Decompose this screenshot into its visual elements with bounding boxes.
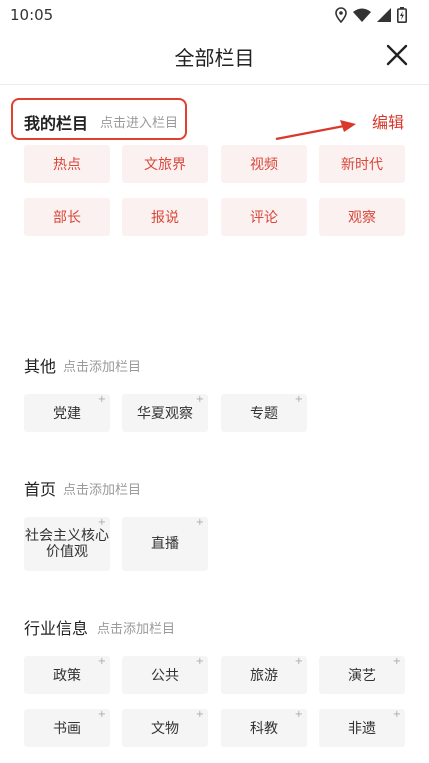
plus-icon: +	[195, 656, 204, 667]
chip-label: 书画	[53, 721, 81, 737]
plus-icon: +	[195, 709, 204, 720]
plus-icon: +	[97, 394, 106, 405]
header: 全部栏目	[0, 30, 429, 85]
add-column-item[interactable]: 华夏观察 +	[122, 394, 208, 432]
section-hint: 点击添加栏目	[63, 483, 142, 498]
chip-label: 文物	[151, 721, 179, 737]
status-time: 10:05	[10, 6, 54, 24]
chip-label: 非遗	[348, 721, 376, 737]
plus-icon: +	[294, 656, 303, 667]
add-column-item[interactable]: 公共 +	[122, 656, 208, 694]
page-title: 全部栏目	[174, 46, 255, 70]
section-title-industry: 行业信息	[24, 619, 89, 638]
plus-icon: +	[195, 394, 204, 405]
add-column-item[interactable]: 党建 +	[24, 394, 110, 432]
add-column-item[interactable]: 直播 +	[122, 517, 208, 571]
chip-label: 社会主义核心 价值观	[25, 528, 109, 560]
status-icons	[335, 6, 407, 24]
chip-label: 直播	[151, 536, 179, 552]
chip-label: 华夏观察	[137, 406, 193, 422]
add-column-item[interactable]: 社会主义核心 价值观 +	[24, 517, 110, 571]
section-hint: 点击添加栏目	[97, 622, 176, 637]
my-column-item[interactable]: 视频	[221, 145, 307, 183]
add-column-item[interactable]: 科教 +	[221, 709, 307, 747]
add-column-item[interactable]: 非遗 +	[319, 709, 405, 747]
plus-icon: +	[392, 656, 401, 667]
location-icon	[335, 7, 347, 23]
my-columns-hint: 点击进入栏目	[100, 116, 179, 131]
add-column-item[interactable]: 文物 +	[122, 709, 208, 747]
section-title-home: 首页	[24, 480, 57, 499]
plus-icon: +	[97, 709, 106, 720]
my-column-item[interactable]: 报说	[122, 198, 208, 236]
plus-icon: +	[294, 709, 303, 720]
plus-icon: +	[97, 656, 106, 667]
plus-icon: +	[294, 394, 303, 405]
wifi-icon	[353, 8, 371, 22]
chip-label: 党建	[53, 406, 81, 422]
section-title-other: 其他	[24, 357, 57, 376]
chip-label: 专题	[250, 406, 278, 422]
my-column-item[interactable]: 评论	[221, 198, 307, 236]
my-column-item[interactable]: 部长	[24, 198, 110, 236]
my-columns-title: 我的栏目	[24, 114, 89, 133]
chip-label: 演艺	[348, 668, 376, 684]
chip-label: 政策	[53, 668, 81, 684]
my-column-item[interactable]: 热点	[24, 145, 110, 183]
chip-label: 旅游	[250, 668, 278, 684]
my-column-item[interactable]: 观察	[319, 198, 405, 236]
plus-icon: +	[392, 709, 401, 720]
signal-icon	[377, 8, 391, 22]
battery-icon	[397, 7, 407, 23]
section-hint: 点击添加栏目	[63, 360, 142, 375]
plus-icon: +	[97, 517, 106, 528]
arrow-annotation-icon	[275, 120, 356, 141]
edit-button[interactable]: 编辑	[372, 109, 404, 133]
add-column-item[interactable]: 演艺 +	[319, 656, 405, 694]
add-column-item[interactable]: 政策 +	[24, 656, 110, 694]
add-column-item[interactable]: 专题 +	[221, 394, 307, 432]
my-column-item[interactable]: 文旅界	[122, 145, 208, 183]
chip-label: 公共	[151, 668, 179, 684]
chip-label: 科教	[250, 721, 278, 737]
my-column-item[interactable]: 新时代	[319, 145, 405, 183]
plus-icon: +	[195, 517, 204, 528]
close-icon	[386, 44, 408, 66]
add-column-item[interactable]: 旅游 +	[221, 656, 307, 694]
close-button[interactable]	[385, 43, 409, 67]
add-column-item[interactable]: 书画 +	[24, 709, 110, 747]
status-bar: 10:05	[0, 0, 429, 30]
